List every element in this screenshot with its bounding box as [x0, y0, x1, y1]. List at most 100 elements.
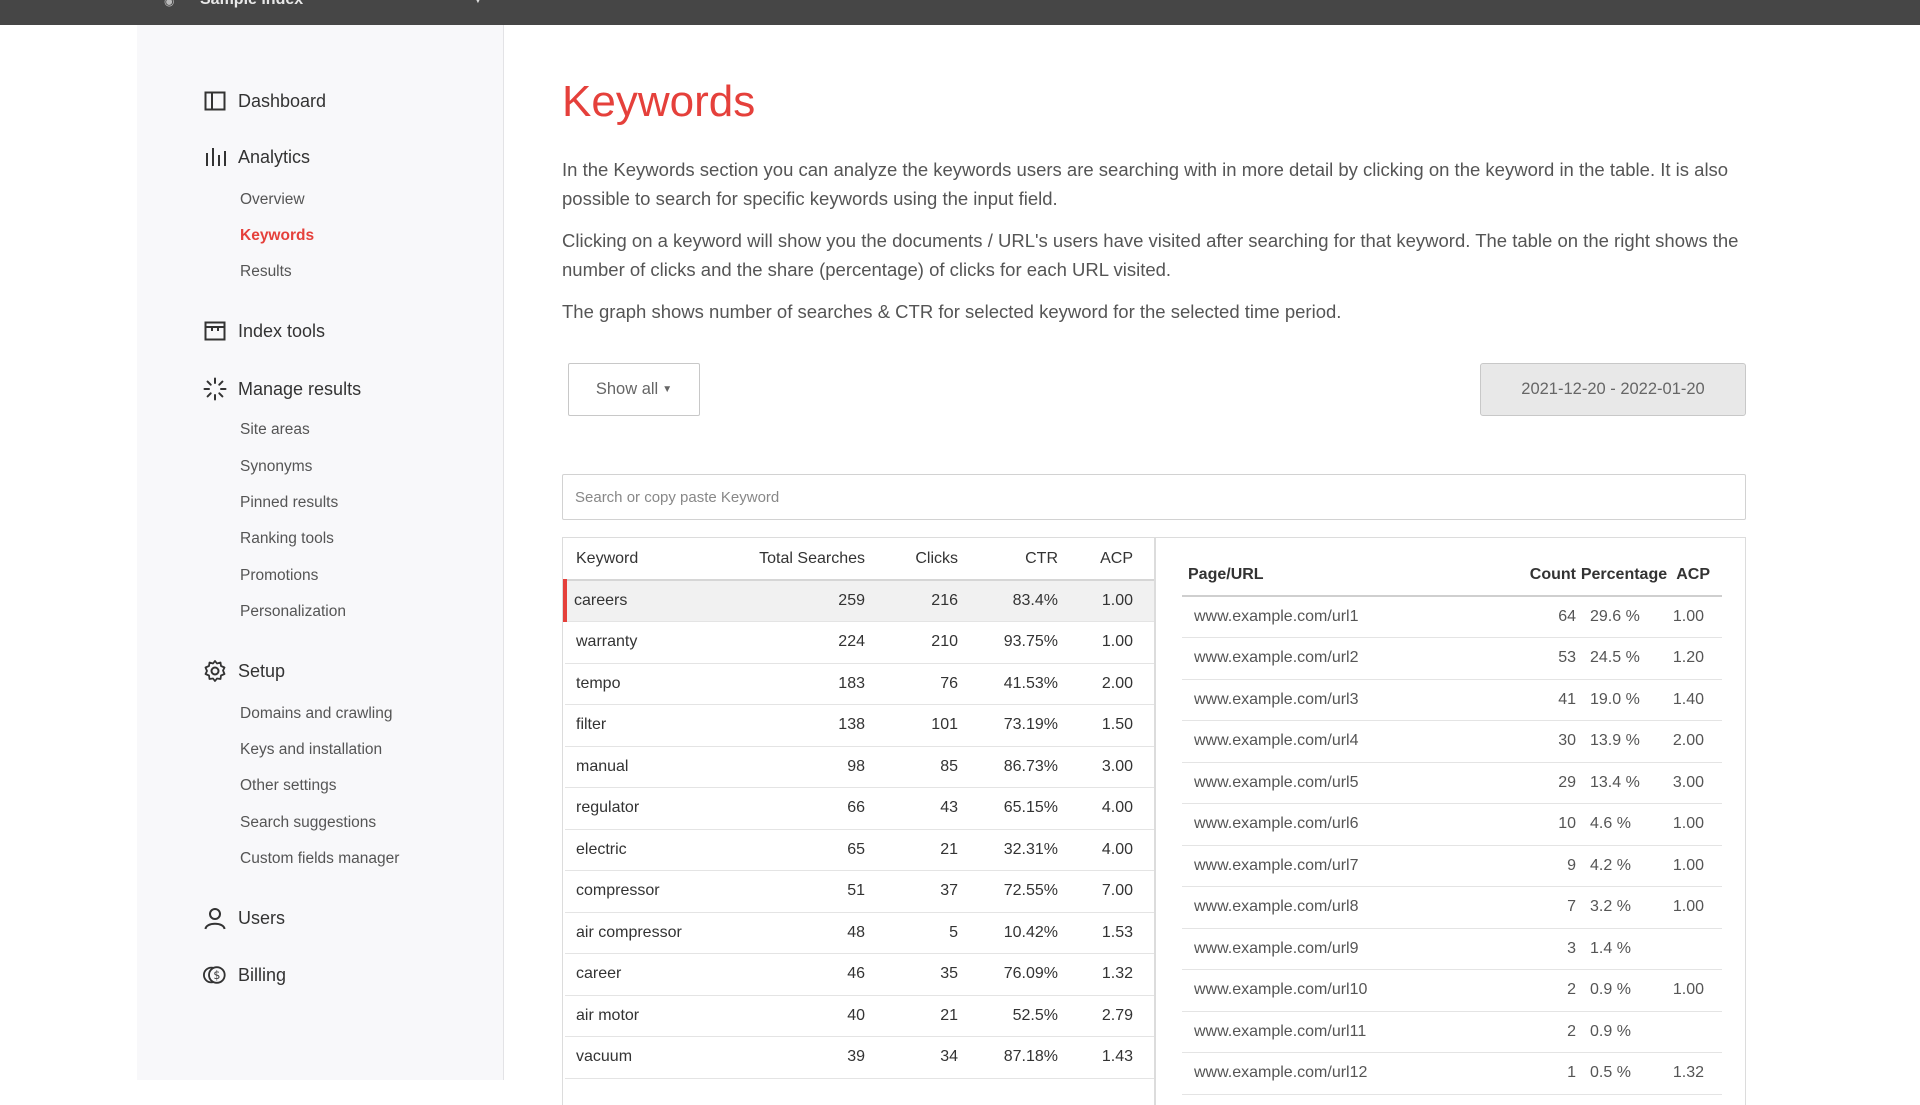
- table-row[interactable]: compressor 51 37 72.55% 7.00: [565, 870, 1154, 913]
- sidebar-item-results[interactable]: Results: [240, 263, 292, 281]
- cell-ctr: 41.53%: [958, 663, 1058, 705]
- cell-clicks: 85: [865, 746, 958, 788]
- sidebar-item-label: Index tools: [238, 320, 326, 341]
- table-row[interactable]: vacuum 39 34 87.18% 1.43: [565, 1036, 1154, 1079]
- table-row[interactable]: electric 65 21 32.31% 4.00: [565, 829, 1154, 871]
- table-row[interactable]: air motor 40 21 52.5% 2.79: [565, 995, 1154, 1037]
- cell-keyword: regulator: [565, 787, 735, 830]
- cell-page-url: www.example.com/url3: [1182, 679, 1516, 721]
- dashboard-icon: [203, 89, 227, 113]
- cell-keyword: air compressor: [565, 912, 735, 954]
- cell-count: 2: [1516, 1011, 1576, 1053]
- column-header-ctr[interactable]: CTR: [958, 538, 1058, 581]
- sidebar-item-site-areas[interactable]: Site areas: [240, 421, 310, 439]
- cell-clicks: 37: [865, 870, 958, 913]
- cell-ctr: 83.4%: [958, 580, 1058, 622]
- date-range-picker[interactable]: 2021-12-20 - 2022-01-20: [1480, 363, 1746, 416]
- cell-count: 7: [1516, 886, 1576, 929]
- cell-page-url: www.example.com/url4: [1182, 720, 1516, 763]
- sidebar-item-pinned-results[interactable]: Pinned results: [240, 494, 338, 512]
- sidebar-item-keywords[interactable]: Keywords: [240, 227, 314, 245]
- table-row: www.example.com/url5 29 13.4 % 3.00: [1182, 762, 1722, 804]
- table-row[interactable]: warranty 224 210 93.75% 1.00: [565, 621, 1154, 664]
- cell-keyword: tempo: [565, 663, 735, 705]
- keywords-table: Keyword Total Searches Clicks CTR ACP ca…: [563, 538, 1154, 1079]
- sidebar-item-domains-crawling[interactable]: Domains and crawling: [240, 705, 393, 723]
- site-selector[interactable]: Sample index: [200, 0, 303, 9]
- cell-ctr: 87.18%: [958, 1036, 1058, 1079]
- cell-acp: 1.40: [1672, 679, 1722, 721]
- cell-clicks: 35: [865, 953, 958, 996]
- cell-acp: 1.32: [1058, 953, 1154, 996]
- keyword-search-input[interactable]: [562, 474, 1746, 520]
- chevron-down-icon[interactable]: ▼: [472, 0, 484, 6]
- cell-acp: 1.00: [1672, 969, 1722, 1012]
- sidebar-item-other-settings[interactable]: Other settings: [240, 777, 337, 795]
- cell-page-url: www.example.com/url5: [1182, 762, 1516, 804]
- search-icon: ◉: [164, 0, 175, 8]
- table-row[interactable]: tempo 183 76 41.53% 2.00: [565, 663, 1154, 705]
- sidebar-item-search-suggestions[interactable]: Search suggestions: [240, 814, 376, 832]
- cell-ctr: 73.19%: [958, 704, 1058, 747]
- cell-keyword: careers: [563, 580, 735, 622]
- sidebar-item-synonyms[interactable]: Synonyms: [240, 458, 312, 476]
- cell-acp: [1672, 928, 1722, 970]
- show-all-label: Show all: [595, 380, 659, 398]
- cell-acp: 4.00: [1058, 829, 1154, 871]
- sidebar-item-ranking-tools[interactable]: Ranking tools: [240, 530, 334, 548]
- sidebar-item-overview[interactable]: Overview: [240, 191, 305, 209]
- sidebar-item-users[interactable]: Users: [203, 905, 285, 931]
- cell-percentage: 24.5 %: [1576, 637, 1672, 680]
- sidebar-item-billing[interactable]: $ Billing: [203, 962, 286, 988]
- cell-clicks: 21: [865, 829, 958, 871]
- cell-acp: 1.00: [1672, 596, 1722, 638]
- cell-total-searches: 183: [735, 663, 865, 705]
- sidebar-item-keys-installation[interactable]: Keys and installation: [240, 741, 382, 759]
- cell-percentage: 19.0 %: [1576, 679, 1672, 721]
- cell-keyword: warranty: [565, 621, 735, 664]
- cell-percentage: 0.9 %: [1576, 969, 1672, 1012]
- table-row[interactable]: air compressor 48 5 10.42% 1.53: [565, 912, 1154, 954]
- sidebar-item-analytics[interactable]: Analytics: [203, 144, 310, 170]
- cell-acp: 4.00: [1058, 787, 1154, 830]
- table-row[interactable]: filter 138 101 73.19% 1.50: [565, 704, 1154, 747]
- column-header-acp[interactable]: ACP: [1058, 538, 1154, 581]
- gear-icon: [203, 659, 227, 683]
- table-row[interactable]: careers 259 216 83.4% 1.00: [563, 580, 1154, 622]
- cell-percentage: 1.4 %: [1576, 928, 1672, 970]
- show-all-dropdown[interactable]: Show all ▼: [568, 363, 700, 416]
- sidebar-item-dashboard[interactable]: Dashboard: [203, 88, 326, 114]
- sidebar-item-promotions[interactable]: Promotions: [240, 567, 318, 585]
- sidebar-item-index-tools[interactable]: Index tools: [203, 318, 325, 344]
- cell-percentage: 3.2 %: [1576, 886, 1672, 929]
- cell-total-searches: 51: [735, 870, 865, 913]
- cell-acp: 2.00: [1672, 720, 1722, 763]
- cell-ctr: 93.75%: [958, 621, 1058, 664]
- cell-acp: [1672, 1011, 1722, 1053]
- column-header-keyword[interactable]: Keyword: [565, 538, 735, 581]
- sidebar-item-personalization[interactable]: Personalization: [240, 603, 346, 621]
- table-row[interactable]: career 46 35 76.09% 1.32: [565, 953, 1154, 996]
- cell-acp: 1.53: [1058, 912, 1154, 954]
- sidebar-item-manage-results[interactable]: Manage results: [203, 376, 361, 402]
- cell-keyword: electric: [565, 829, 735, 871]
- cell-total-searches: 48: [735, 912, 865, 954]
- cell-acp: 2.00: [1058, 663, 1154, 705]
- column-header-clicks[interactable]: Clicks: [865, 538, 958, 581]
- table-row[interactable]: regulator 66 43 65.15% 4.00: [565, 787, 1154, 830]
- cell-acp: 1.00: [1058, 621, 1154, 664]
- cell-ctr: 52.5%: [958, 995, 1058, 1037]
- sidebar-item-custom-fields[interactable]: Custom fields manager: [240, 850, 399, 868]
- column-header-total-searches[interactable]: Total Searches: [735, 538, 865, 581]
- sidebar-item-setup[interactable]: Setup: [203, 658, 285, 684]
- user-icon: [203, 906, 227, 930]
- cell-page-url: www.example.com/url9: [1182, 928, 1516, 970]
- top-bar: ◉ Sample index ▼: [0, 0, 1920, 25]
- coins-icon: $: [203, 963, 227, 987]
- cell-page-url: www.example.com/url7: [1182, 845, 1516, 887]
- cell-acp: 1.50: [1058, 704, 1154, 747]
- keywords-table-panel: Keyword Total Searches Clicks CTR ACP ca…: [562, 537, 1155, 1105]
- table-row[interactable]: manual 98 85 86.73% 3.00: [565, 746, 1154, 788]
- cell-clicks: 76: [865, 663, 958, 705]
- cell-page-url: www.example.com/url11: [1182, 1011, 1516, 1053]
